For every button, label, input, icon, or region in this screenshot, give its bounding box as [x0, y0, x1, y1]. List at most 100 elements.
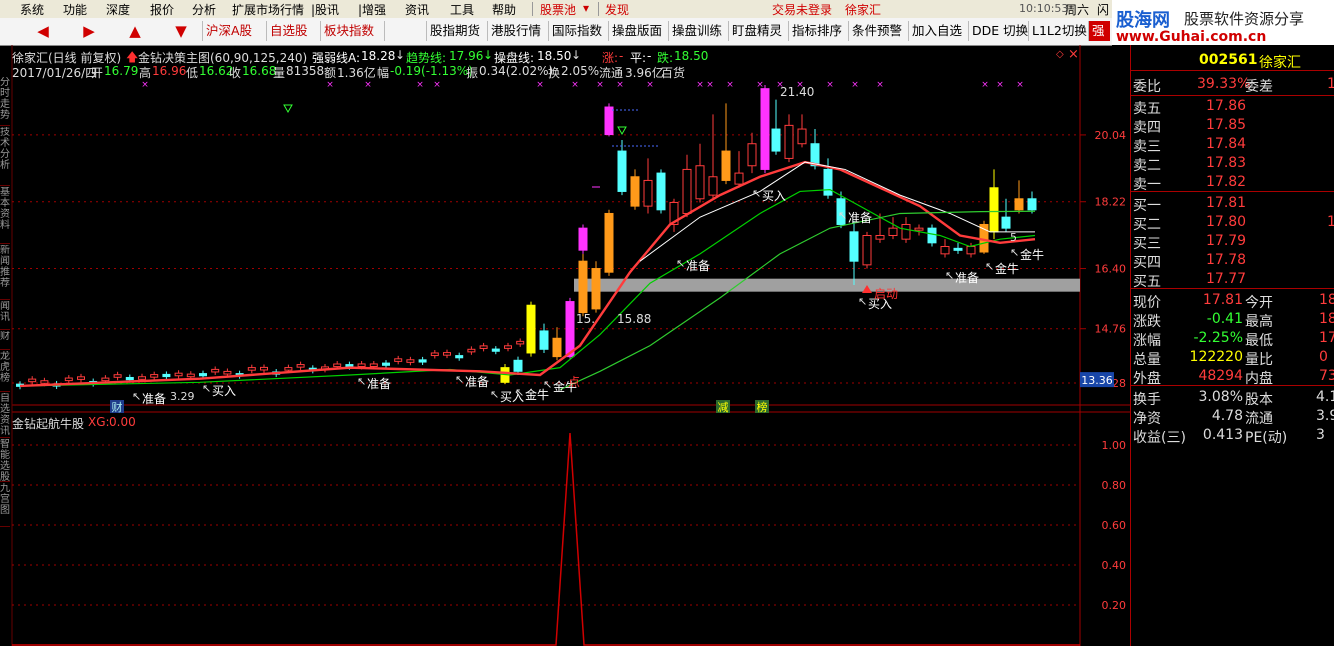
- tab-add-watchlist[interactable]: 加入自选: [908, 21, 962, 41]
- side-tab[interactable]: 基本资料: [0, 187, 10, 244]
- tab-stock-index-futures[interactable]: 股指期货: [426, 21, 480, 41]
- signal-label: 准备: [955, 271, 979, 285]
- tab-watchlist[interactable]: 自选股: [266, 21, 308, 41]
- kline-chart-svg[interactable]: 20.0418.2216.4014.7613.2813.361.000.800.…: [0, 45, 1130, 646]
- close-label: 收: [229, 66, 242, 80]
- stat-value: 18: [1319, 311, 1334, 327]
- tab-condition-alert[interactable]: 条件预警: [848, 21, 902, 41]
- candle-body: [174, 372, 183, 377]
- candle-body: [914, 227, 924, 231]
- back-arrow-icon[interactable]: ◀: [30, 21, 56, 41]
- menu-enhance[interactable]: |增强: [358, 1, 386, 18]
- up-arrow-icon[interactable]: ▲: [122, 21, 148, 41]
- quote-row: 净资 4.78 流通 3.9: [1131, 408, 1334, 427]
- collapse-diamond-icon[interactable]: ◇: [1056, 49, 1064, 60]
- menu-info[interactable]: 资讯: [405, 1, 429, 18]
- close-icon[interactable]: ×: [1068, 47, 1079, 62]
- side-tab[interactable]: 闻讯: [0, 301, 10, 330]
- stat-label: 净资: [1133, 411, 1161, 427]
- amplitude-label: 振: [466, 66, 479, 80]
- toolbar-spacer: [384, 21, 428, 41]
- down-arrow-icon[interactable]: ▼: [168, 21, 194, 41]
- candle-body: [862, 234, 872, 266]
- candle-body: [721, 150, 731, 181]
- tab-intl-index[interactable]: 国际指数: [548, 21, 602, 41]
- side-tab[interactable]: 自选资讯: [0, 393, 10, 438]
- indicator-axis-label: 1.00: [1102, 439, 1127, 452]
- tab-trading-layout[interactable]: 操盘版面: [608, 21, 662, 41]
- stat-value: 48294: [1198, 368, 1243, 384]
- candle-body: [849, 231, 859, 262]
- forward-arrow-icon[interactable]: ▶: [76, 21, 102, 41]
- stock-name-title: 徐家汇: [845, 3, 882, 17]
- tab-sector-index[interactable]: 板块指数: [320, 21, 374, 41]
- side-tab[interactable]: 分时走势: [0, 77, 10, 126]
- side-tab[interactable]: 新闻推荐: [0, 245, 10, 300]
- menu-analysis[interactable]: 分析: [192, 1, 216, 18]
- event-tag: 减: [718, 401, 729, 414]
- candle-body: [539, 330, 549, 350]
- candle-body: [708, 176, 718, 196]
- strong-line-value: 18.28: [361, 49, 396, 63]
- menu-tools[interactable]: 工具: [450, 1, 474, 18]
- candle-body: [578, 227, 588, 251]
- candle-body: [565, 301, 575, 358]
- stat-value: -2.25%: [1193, 330, 1243, 346]
- flash-button[interactable]: 闪: [1097, 1, 1109, 18]
- stock-pool-arrow-icon[interactable]: ▾: [583, 1, 589, 15]
- menu-discover[interactable]: 发现: [605, 1, 629, 18]
- marker-icon: ×: [851, 80, 859, 90]
- bar-date: 2017/01/26/四: [12, 66, 98, 80]
- quote-row: 买三 17.79: [1131, 233, 1334, 252]
- kline-chart-area[interactable]: 20.0418.2216.4014.7613.2813.361.000.800.…: [0, 45, 1130, 646]
- stat-label: 今开: [1245, 295, 1273, 311]
- menu-system[interactable]: 系统: [20, 1, 44, 18]
- long-trend-line: [559, 210, 1036, 391]
- menu-depth[interactable]: 深度: [106, 1, 130, 18]
- weibi-label: 委比: [1133, 79, 1161, 95]
- tab-hk-quotes[interactable]: 港股行情: [487, 21, 541, 41]
- tab-highlight[interactable]: 强: [1088, 21, 1110, 41]
- tab-indicator-sort[interactable]: 指标排序: [788, 21, 842, 41]
- menu-stock-pool[interactable]: 股票池: [540, 1, 576, 18]
- close-value: 16.68: [242, 64, 277, 78]
- amount-value: 1.36亿: [337, 66, 376, 80]
- candle-body: [260, 366, 268, 371]
- side-tab[interactable]: 财: [0, 331, 10, 350]
- tab-monitor-wizard[interactable]: 盯盘精灵: [728, 21, 782, 41]
- green-down-arrow-icon: [617, 126, 627, 136]
- menu-quote[interactable]: 报价: [150, 1, 174, 18]
- marker-icon: ×: [1016, 80, 1024, 90]
- menu-stock-news[interactable]: |股讯: [311, 1, 339, 18]
- candle-body: [1014, 198, 1024, 211]
- trade-login-status[interactable]: 交易未登录: [772, 1, 832, 18]
- tab-trading-practice[interactable]: 操盘训练: [668, 21, 722, 41]
- price-axis-label: 20.04: [1095, 129, 1127, 142]
- side-tab[interactable]: 技术分析: [0, 127, 10, 186]
- watermark-logo: 股海网 股票软件资源分享 www.Guhai.com.cn: [1112, 0, 1334, 45]
- low-price-mark: 15.88: [617, 312, 651, 326]
- current-price-tag: 13.36: [1081, 374, 1113, 387]
- indicator-title[interactable]: 金钻起航牛股: [12, 415, 84, 432]
- turnover-value: 2.05%: [561, 64, 600, 78]
- quote-row: 卖二 17.83: [1131, 155, 1334, 174]
- bid-level-label: 买二: [1133, 217, 1161, 233]
- marker-icon: ×: [646, 80, 654, 90]
- tab-shanghai-shenzhen-a[interactable]: 沪深A股: [202, 21, 252, 41]
- event-tag: 财: [112, 400, 123, 414]
- ask-price: 17.85: [1206, 117, 1247, 133]
- tab-dde-switch[interactable]: DDE 切换: [968, 21, 1028, 41]
- side-tab[interactable]: 九宫图: [0, 483, 10, 527]
- side-tab[interactable]: 智能选股: [0, 439, 10, 482]
- candle-body: [296, 364, 305, 368]
- tab-l1l2-switch[interactable]: L1L2切换: [1028, 21, 1087, 41]
- menu-extended-market[interactable]: 扩展市场行情: [232, 1, 304, 18]
- marker-icon: ×: [696, 80, 704, 90]
- menu-help[interactable]: 帮助: [492, 1, 516, 18]
- side-tab[interactable]: 龙虎榜: [0, 351, 10, 392]
- signal-label: 金牛: [995, 261, 1019, 276]
- menu-separator: [598, 2, 599, 16]
- candle-body: [64, 377, 73, 382]
- menu-function[interactable]: 功能: [63, 1, 87, 18]
- stat-label: 换手: [1133, 392, 1161, 408]
